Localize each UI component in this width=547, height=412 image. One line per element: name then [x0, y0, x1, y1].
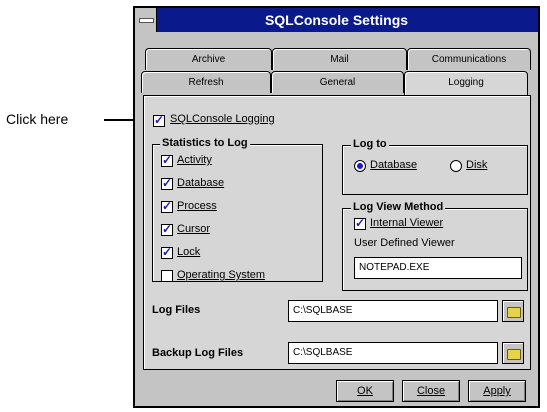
backup-log-files-folder-icon[interactable] — [502, 342, 524, 364]
database-checkbox[interactable] — [161, 176, 173, 190]
system-menu-icon[interactable] — [135, 8, 157, 32]
tab-general[interactable]: General — [271, 71, 404, 93]
log-files-input[interactable]: C:\SQLBASE — [288, 300, 498, 322]
lock-label: Lock — [177, 246, 201, 258]
process-label: Process — [177, 200, 217, 212]
disk-radio-label: Disk — [466, 159, 488, 171]
sqlconsole-logging-checkbox[interactable] — [153, 113, 165, 127]
log-files-folder-icon[interactable] — [502, 300, 524, 322]
title-bar: SQLConsole Settings — [135, 8, 538, 32]
window-title: SQLConsole Settings — [264, 12, 409, 28]
log-to-group-title: Log to — [351, 138, 389, 150]
callout-label: Click here — [6, 111, 69, 127]
activity-checkbox[interactable] — [161, 153, 173, 167]
disk-radio[interactable] — [450, 160, 462, 172]
log-view-method-title: Log View Method — [351, 201, 446, 213]
user-defined-viewer-label: User Defined Viewer — [354, 237, 455, 249]
database-radio-label: Database — [370, 159, 418, 171]
activity-label: Activity — [177, 154, 212, 166]
tab-refresh[interactable]: Refresh — [141, 71, 271, 93]
apply-button[interactable]: Apply — [468, 380, 526, 402]
database-label: Database — [177, 177, 225, 189]
tab-communications[interactable]: Communications — [407, 48, 531, 70]
lock-checkbox[interactable] — [161, 245, 173, 259]
backup-log-files-label: Backup Log Files — [152, 347, 244, 359]
cursor-checkbox[interactable] — [161, 222, 173, 236]
operating-system-label: Operating System — [177, 269, 266, 281]
operating-system-checkbox[interactable] — [161, 270, 173, 282]
internal-viewer-checkbox[interactable] — [354, 216, 366, 230]
database-radio[interactable] — [354, 160, 366, 172]
internal-viewer-label: Internal Viewer — [370, 217, 444, 229]
tab-archive[interactable]: Archive — [145, 48, 272, 70]
user-defined-viewer-input[interactable]: NOTEPAD.EXE — [354, 257, 522, 279]
backup-log-files-input[interactable]: C:\SQLBASE — [288, 342, 498, 364]
settings-dialog: SQLConsole Settings Archive Mail Communi… — [133, 6, 540, 408]
statistics-group-title: Statistics to Log — [160, 137, 250, 149]
cursor-label: Cursor — [177, 223, 211, 235]
ok-button[interactable]: OK — [336, 380, 394, 402]
close-button[interactable]: Close — [402, 380, 460, 402]
tab-mail[interactable]: Mail — [272, 48, 407, 70]
log-files-label: Log Files — [152, 304, 201, 316]
sqlconsole-logging-label: SQLConsole Logging — [170, 113, 275, 125]
tab-logging[interactable]: Logging — [404, 71, 528, 95]
process-checkbox[interactable] — [161, 199, 173, 213]
